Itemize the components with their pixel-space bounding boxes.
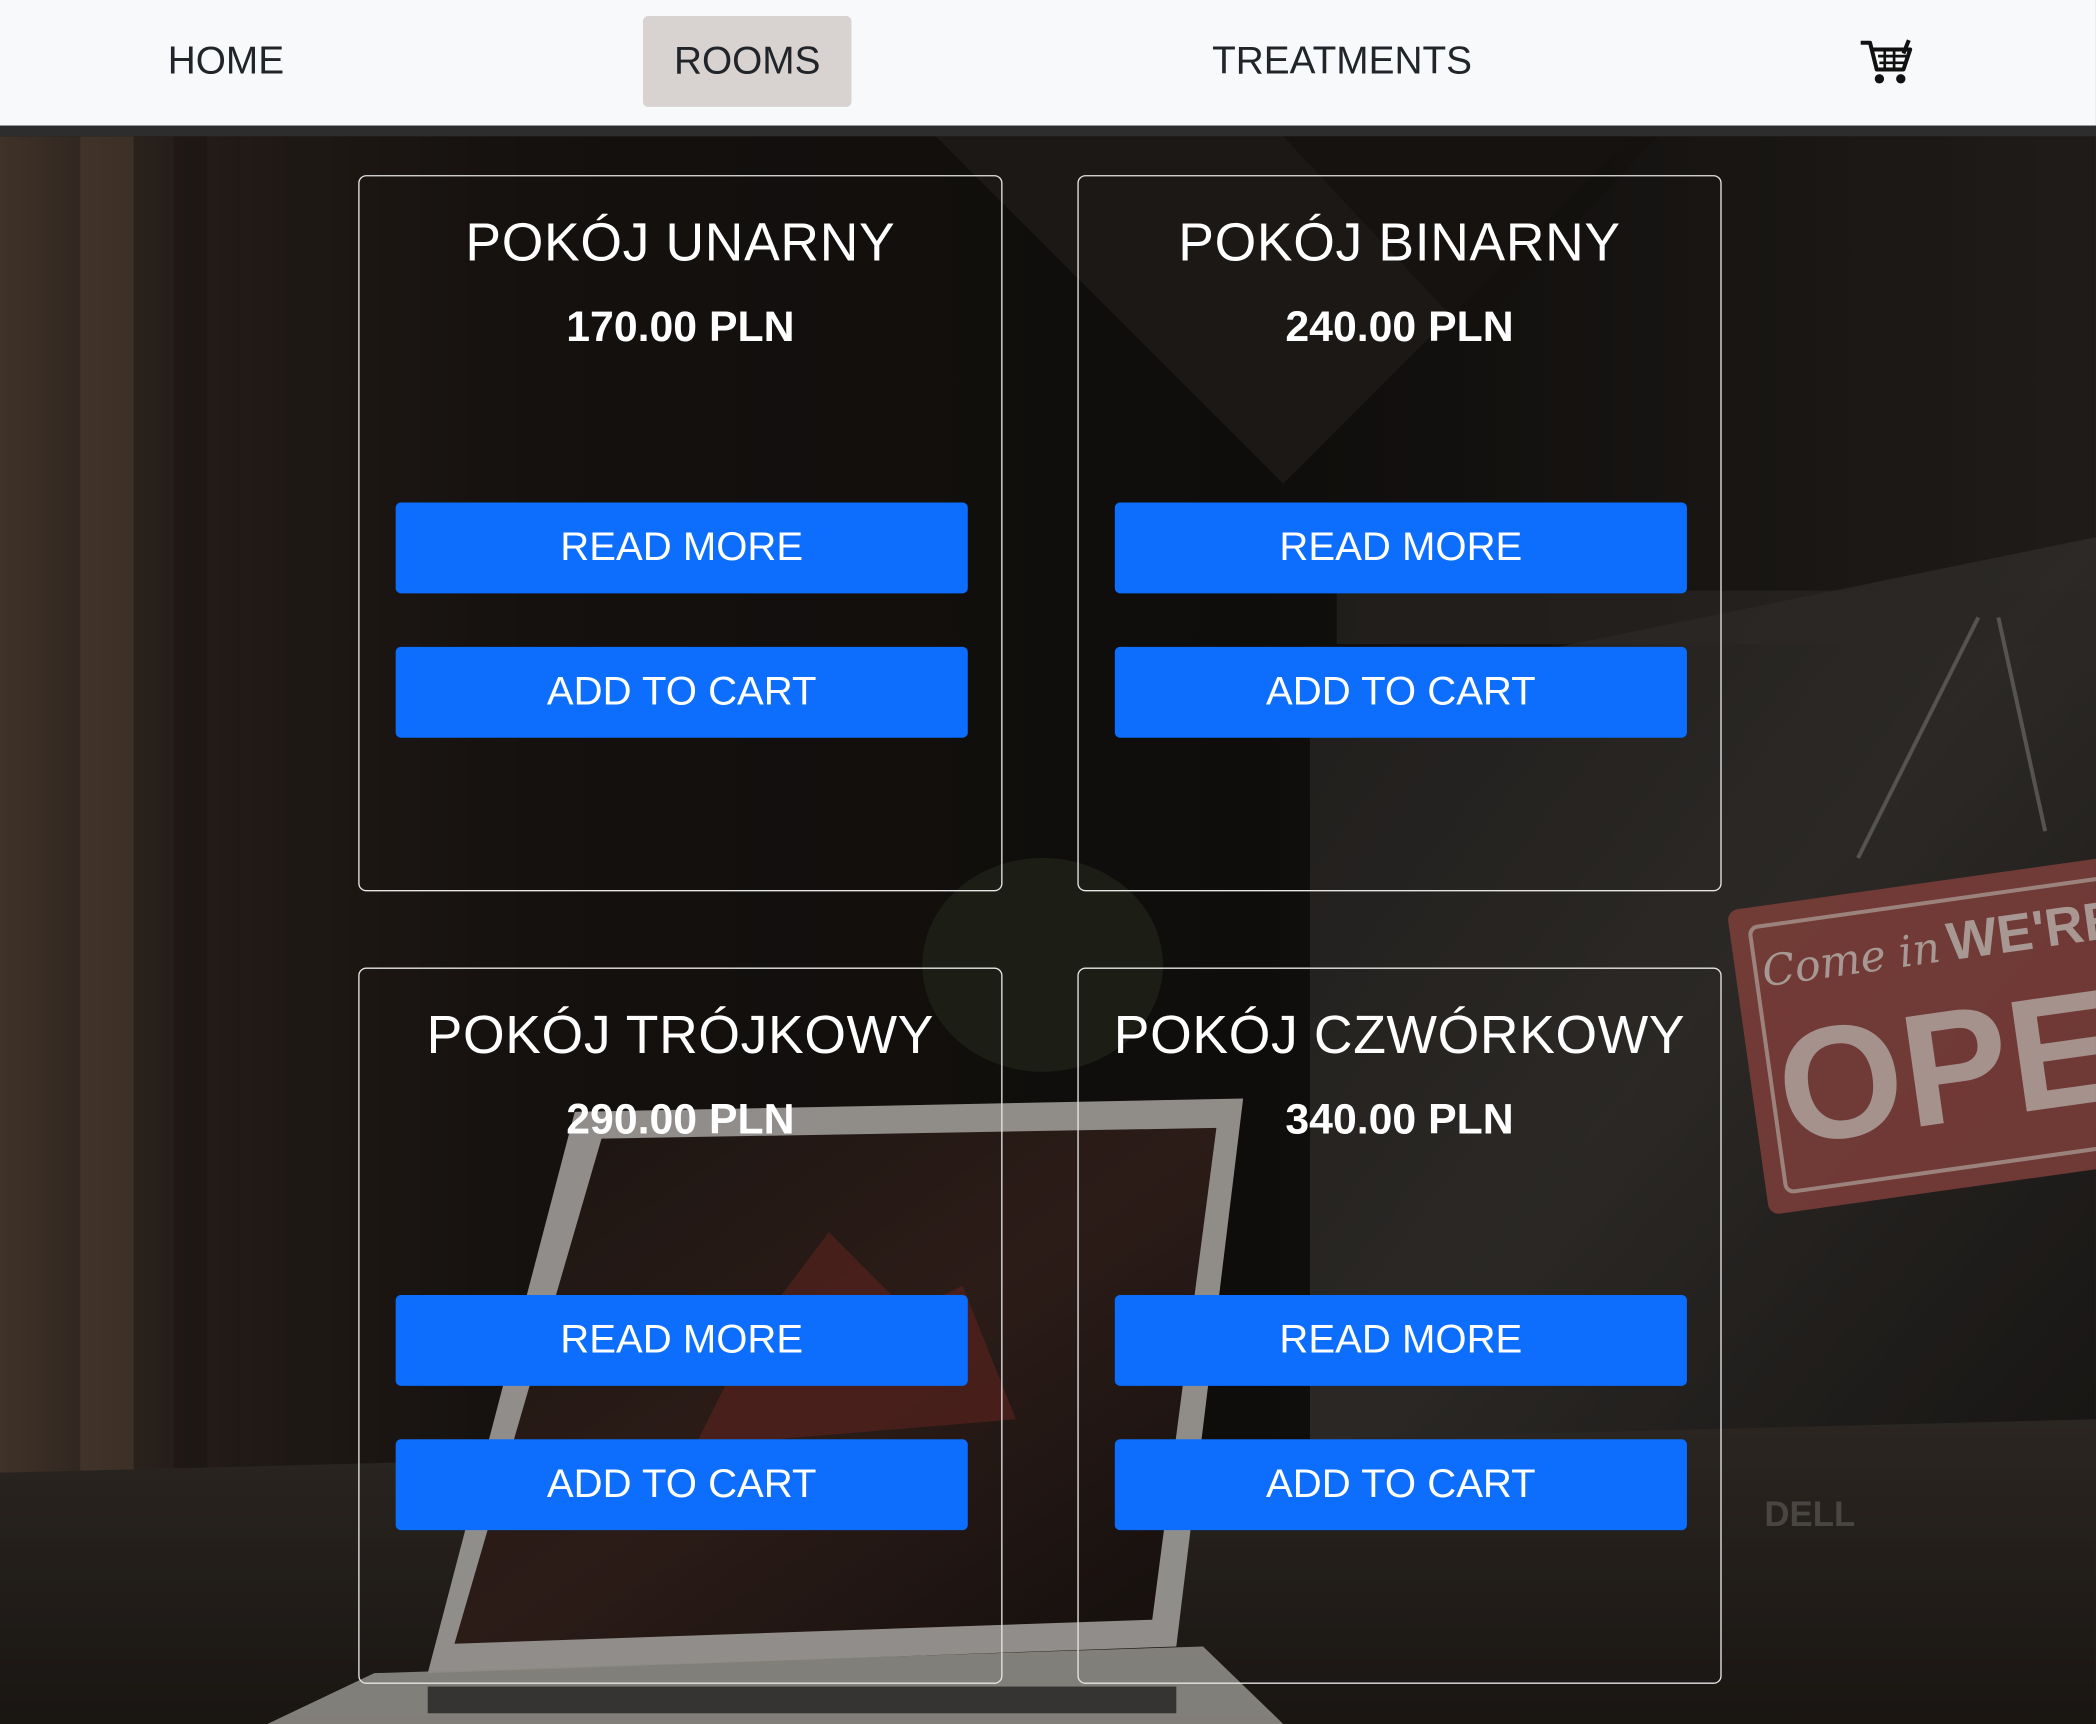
navbar-divider	[0, 125, 2096, 137]
shopping-cart-icon-svg	[1860, 39, 1913, 84]
add-to-cart-button[interactable]: ADD TO CART	[395, 646, 968, 738]
room-price: 290.00 PLN	[566, 1094, 795, 1143]
room-title: POKÓJ CZWÓRKOWY	[1113, 1006, 1686, 1066]
room-title: POKÓJ TRÓJKOWY	[426, 1006, 935, 1066]
nav-rooms-link[interactable]: ROOMS	[642, 16, 852, 107]
add-to-cart-button[interactable]: ADD TO CART	[395, 1439, 968, 1531]
room-card: POKÓJ CZWÓRKOWY 340.00 PLN READ MORE ADD…	[1077, 967, 1722, 1684]
top-navbar: HOME ROOMS TREATMENTS	[0, 0, 2096, 126]
room-title: POKÓJ BINARNY	[1178, 213, 1621, 273]
nav-treatments-link[interactable]: TREATMENTS	[1176, 16, 1508, 107]
background-photo: Come in WE'RE OPEN DELL	[0, 136, 2096, 1724]
add-to-cart-button[interactable]: ADD TO CART	[1114, 646, 1687, 738]
read-more-button[interactable]: READ MORE	[1114, 1294, 1687, 1386]
read-more-button[interactable]: READ MORE	[395, 502, 968, 594]
read-more-button[interactable]: READ MORE	[395, 1294, 968, 1386]
read-more-button[interactable]: READ MORE	[1114, 502, 1687, 594]
room-card: POKÓJ UNARNY 170.00 PLN READ MORE ADD TO…	[358, 175, 1003, 892]
room-price: 340.00 PLN	[1285, 1094, 1514, 1143]
background-scene: Come in WE'RE OPEN DELL	[0, 136, 2096, 1724]
page-root: Come in WE'RE OPEN DELL HOME ROOMS TREAT…	[0, 0, 2096, 1724]
room-title: POKÓJ UNARNY	[465, 213, 896, 273]
room-card: POKÓJ BINARNY 240.00 PLN READ MORE ADD T…	[1077, 175, 1722, 892]
nav-home-link[interactable]: HOME	[134, 16, 318, 107]
room-card: POKÓJ TRÓJKOWY 290.00 PLN READ MORE ADD …	[358, 967, 1003, 1684]
room-price: 170.00 PLN	[566, 302, 795, 351]
shopping-cart-icon[interactable]	[1858, 35, 1917, 88]
room-price: 240.00 PLN	[1285, 302, 1514, 351]
add-to-cart-button[interactable]: ADD TO CART	[1114, 1439, 1687, 1531]
